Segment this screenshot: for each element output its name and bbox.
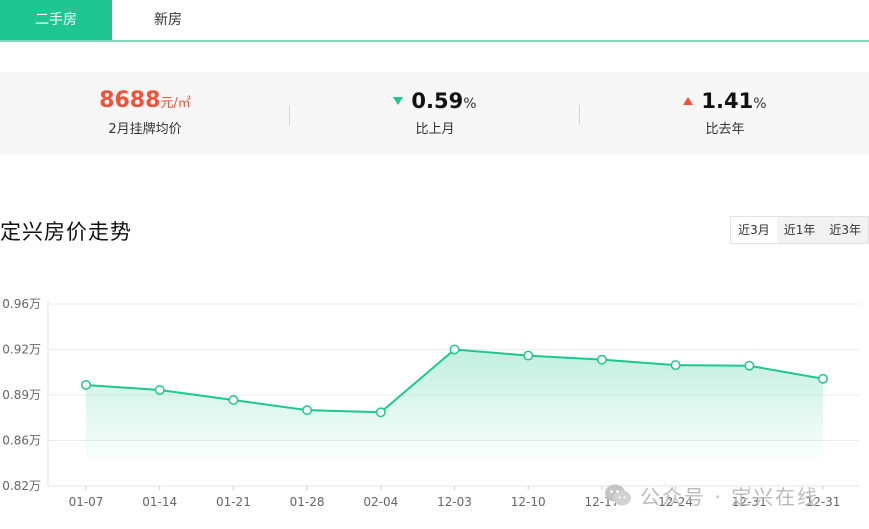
y-tick-label: 0.92万 [2, 343, 41, 357]
y-tick-label: 0.82万 [2, 479, 41, 493]
tab-bar: 二手房 新房 [0, 0, 869, 42]
range-1-year-button[interactable]: 近1年 [777, 217, 823, 243]
x-tick-label: 01-21 [216, 495, 251, 509]
x-tick-label: 02-04 [363, 495, 398, 509]
y-tick-label: 0.96万 [2, 297, 41, 311]
data-point[interactable] [744, 360, 755, 371]
month-change-percent: % [463, 96, 477, 112]
avg-price-stat: 8688元/㎡ 2月挂牌均价 [0, 72, 290, 154]
data-point[interactable] [523, 350, 534, 361]
year-change-percent: % [753, 96, 767, 112]
data-point[interactable] [596, 354, 607, 365]
x-tick-label: 01-14 [142, 495, 177, 509]
data-point[interactable] [154, 385, 165, 395]
year-change-stat: 1.41% 比去年 [580, 72, 869, 154]
wechat-icon [605, 484, 631, 506]
avg-price-value: 8688 [99, 88, 161, 113]
data-point[interactable] [449, 344, 460, 355]
x-tick-label: 01-28 [290, 495, 325, 509]
x-tick-label: 01-07 [69, 495, 104, 509]
data-point[interactable] [302, 405, 313, 416]
section-title: 定兴房价走势 [0, 220, 132, 244]
avg-price-label: 2月挂牌均价 [108, 122, 182, 137]
data-point[interactable] [228, 395, 239, 405]
month-change-value: 0.59 [411, 89, 464, 113]
price-stats-panel: 8688元/㎡ 2月挂牌均价 0.59% 比上月 1.41% 比去年 [0, 72, 869, 154]
y-tick-label: 0.89万 [2, 388, 41, 402]
down-arrow-icon [393, 97, 404, 105]
data-point[interactable] [375, 407, 386, 418]
up-arrow-icon [683, 97, 694, 105]
tab-second-hand[interactable]: 二手房 [0, 0, 112, 40]
year-change-label: 比去年 [705, 122, 745, 137]
range-3-years-button[interactable]: 近3年 [822, 217, 868, 243]
x-tick-label: 12-03 [437, 495, 472, 509]
range-selector: 近3月 近1年 近3年 [730, 216, 869, 244]
data-point[interactable] [818, 373, 828, 384]
month-change-stat: 0.59% 比上月 [290, 72, 580, 154]
data-point[interactable] [670, 360, 681, 371]
avg-price-unit: 元/㎡ [160, 96, 191, 111]
x-tick-label: 12-10 [511, 495, 546, 509]
y-tick-label: 0.86万 [2, 434, 41, 448]
month-change-label: 比上月 [415, 122, 455, 137]
data-point[interactable] [81, 380, 91, 390]
watermark-text: 公众号 · 定兴在线 [640, 484, 820, 509]
tab-new-house[interactable]: 新房 [112, 0, 224, 40]
year-change-value: 1.41 [701, 89, 754, 113]
range-3-months-button[interactable]: 近3月 [731, 217, 777, 243]
watermark: 公众号 · 定兴在线 [604, 482, 820, 509]
